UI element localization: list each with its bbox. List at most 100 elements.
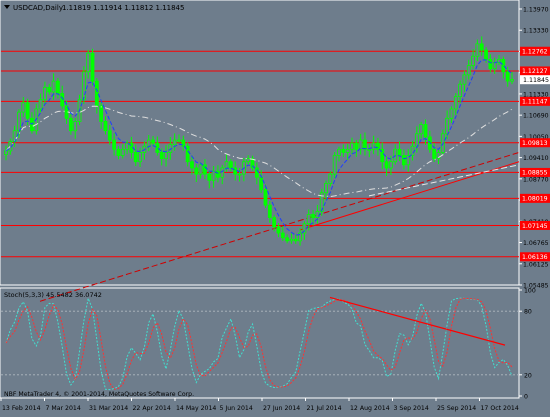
candle-body [233,167,238,175]
level-tag-label: 1.12127 [522,68,548,75]
level-tag-label: 1.07145 [522,223,548,230]
candle-body [259,176,264,191]
stochastic-header: Stoch(5,3,3) 45.5482 36.0742 [4,291,102,299]
candle-body [462,74,467,85]
candle-body [237,173,242,176]
time-tick-label: 3 Sep 2014 [394,405,429,412]
candle-body [86,52,91,73]
current-price-label: 1.11845 [523,77,549,84]
candle-body [73,121,78,132]
price-tick-label: 1.10690 [523,113,549,120]
candle-body [125,142,129,150]
ohlc-values: 1.11819 1.11914 1.11812 1.11845 [62,4,184,12]
time-tick-label: 21 Jul 2014 [307,405,342,412]
candle-body [224,161,229,169]
time-tick-label: 31 Mar 2014 [89,405,128,412]
time-tick-label: 27 Jun 2014 [263,405,300,412]
candle-body [488,58,493,70]
candle-body [17,111,21,132]
candle-body [103,121,108,132]
level-tag-label: 1.11147 [522,99,548,106]
time-tick-label: 14 May 2014 [176,405,216,412]
candle-body [453,96,458,110]
candle-body [81,71,86,101]
candle-body [479,43,484,51]
time-tick-label: 12 Aug 2014 [350,405,390,412]
candle-body [432,148,437,160]
candle-body [181,139,186,147]
level-tag-label: 1.08019 [522,196,548,203]
candle-body [401,155,406,166]
price-tick-label: 1.06125 [523,261,549,268]
candle-body [414,133,419,147]
candle-body [198,164,203,175]
copyright-label: NBF MetaTrader 4, © 2001-2014, MetaQuote… [4,390,194,398]
candle-body [90,52,95,82]
candle-body [51,80,56,93]
candle-body [55,80,60,94]
candle-body [341,148,346,153]
candle-body [211,170,216,181]
candle-body [272,217,277,228]
candle-body [458,83,463,97]
candle-body [116,148,121,156]
candle-body [138,152,142,163]
stochastic-tick-label: 20 [524,372,532,379]
candle-body [164,152,168,160]
time-tick-label: 7 Mar 2014 [46,405,81,412]
time-tick-label: 13 Feb 2014 [2,405,41,412]
candle-body [471,55,475,66]
candle-body [285,237,290,242]
candle-body [332,155,337,175]
candle-body [505,71,510,82]
level-tag-label: 1.12762 [522,49,548,56]
time-axis: 13 Feb 2014 7 Mar 2014 31 Mar 2014 22 Apr 2… [0,398,519,412]
level-tag-label: 1.06136 [522,254,548,261]
candle-body [501,58,506,73]
stochastic-tick-label: 80 [524,309,532,316]
candle-body [21,102,26,113]
candle-body [155,142,160,153]
candle-body [216,170,220,178]
stochastic-tick-label: 0 [524,394,528,401]
candle-body [328,173,333,184]
candle-body [207,173,212,181]
candle-body [492,62,497,70]
candle-body [146,139,151,147]
candle-body [25,102,30,119]
candle-body [246,158,251,163]
price-tick-label: 1.13970 [523,7,549,14]
candle-body [397,148,402,156]
candle-body [254,167,259,178]
stochastic-tick-label: 100 [524,288,536,295]
candle-body [280,232,285,239]
candle-body [228,161,233,169]
candle-body [68,117,73,132]
candle-body [276,226,281,234]
candle-body [419,124,424,135]
price-tick-label: 1.13330 [523,28,549,35]
candle-body [324,183,328,194]
candle-body [220,167,225,178]
stochastic-axis: 100 80 20 0 [519,288,536,401]
candle-body [293,238,298,242]
candle-body [151,139,155,144]
candle-body [172,139,177,146]
candle-body [112,139,117,150]
candle-body [159,152,164,160]
candle-body [263,189,268,206]
time-tick-label: 5 Jun 2014 [220,405,253,412]
candle-body [367,148,372,151]
candle-body [203,164,207,175]
candle-body [371,142,376,150]
candle-body [384,161,389,169]
level-tag-label: 1.09813 [522,140,548,147]
candle-body [475,43,480,57]
candle-body [47,86,52,93]
chart-canvas[interactable]: 1.139701.133301.126901.120501.113301.106… [0,0,550,413]
candle-body [376,142,380,150]
candle-body [107,130,112,141]
candle-body [423,124,428,138]
candle-body [267,204,272,218]
candle-body [94,80,99,107]
